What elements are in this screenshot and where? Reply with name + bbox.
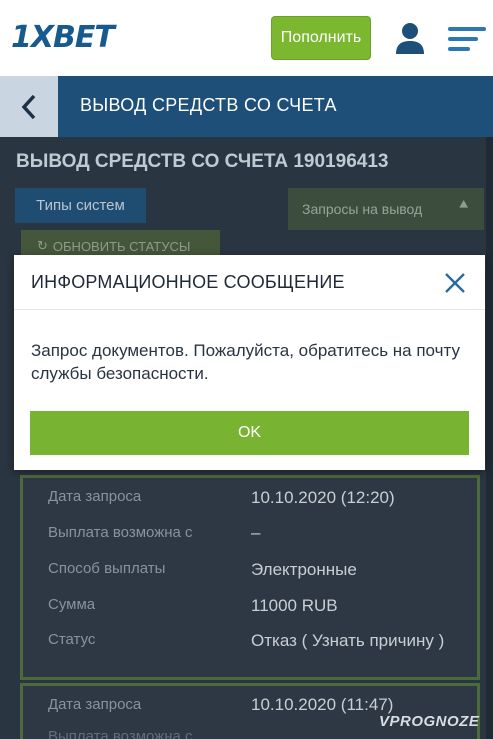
- modal-message: Запрос документов. Пожалуйста, обратитес…: [31, 341, 460, 383]
- scroll-edge: [486, 137, 493, 739]
- status-label: Статус: [48, 631, 96, 648]
- modal-header: ИНФОРМАЦИОННОЕ СООБЩЕНИЕ: [14, 255, 485, 310]
- title-bar-text: ВЫВОД СРЕДСТВ СО СЧЕТА: [80, 95, 337, 115]
- tab-withdrawal-requests[interactable]: Запросы на вывод ⯅: [288, 188, 484, 230]
- payout-method-label: Способ выплаты: [48, 560, 166, 577]
- request-date-value: 10.10.2020 (12:20): [251, 488, 395, 507]
- amount-value: 11000 RUB: [251, 596, 338, 615]
- refresh-label: ОБНОВИТЬ СТАТУСЫ: [52, 238, 191, 254]
- deposit-button[interactable]: Пополнить: [271, 16, 371, 60]
- payout-possible-label: Выплата возможна с: [48, 524, 193, 541]
- ok-button[interactable]: OK: [30, 411, 469, 455]
- watermark: VPROGNOZE: [379, 713, 480, 730]
- tab-label: Запросы на вывод: [302, 201, 423, 217]
- user-icon[interactable]: [394, 22, 426, 56]
- status-value[interactable]: Отказ ( Узнать причину ): [251, 630, 461, 652]
- page-title: ВЫВОД СРЕДСТВ СО СЧЕТА 190196413: [16, 151, 389, 172]
- back-button[interactable]: [0, 76, 58, 137]
- top-header: 1XBET Пополнить: [0, 0, 493, 76]
- logo[interactable]: 1XBET: [11, 20, 115, 55]
- menu-icon[interactable]: [448, 26, 486, 52]
- request-date-label: Дата запроса: [48, 696, 142, 713]
- withdrawal-request-card: Дата запроса 10.10.2020 (12:20) Выплата …: [20, 475, 480, 680]
- payout-possible-label: Выплата возможна с: [48, 728, 193, 739]
- info-modal: ИНФОРМАЦИОННОЕ СООБЩЕНИЕ Запрос документ…: [14, 255, 485, 470]
- payout-possible-value: –: [251, 523, 261, 542]
- withdrawal-request-card: Дата запроса 10.10.2020 (11:47) Выплата …: [20, 683, 480, 739]
- modal-title: ИНФОРМАЦИОННОЕ СООБЩЕНИЕ: [31, 272, 345, 292]
- chevron-left-icon: [21, 94, 36, 119]
- double-chevron-up-icon: ⯅: [457, 197, 470, 214]
- payout-method-value: Электронные: [251, 560, 357, 579]
- tab-system-types[interactable]: Типы систем: [15, 188, 146, 223]
- close-icon[interactable]: [443, 271, 467, 295]
- refresh-icon: ↻: [37, 238, 48, 253]
- title-bar: ВЫВОД СРЕДСТВ СО СЧЕТА: [0, 76, 493, 137]
- amount-label: Сумма: [48, 596, 96, 613]
- request-date-label: Дата запроса: [48, 488, 142, 505]
